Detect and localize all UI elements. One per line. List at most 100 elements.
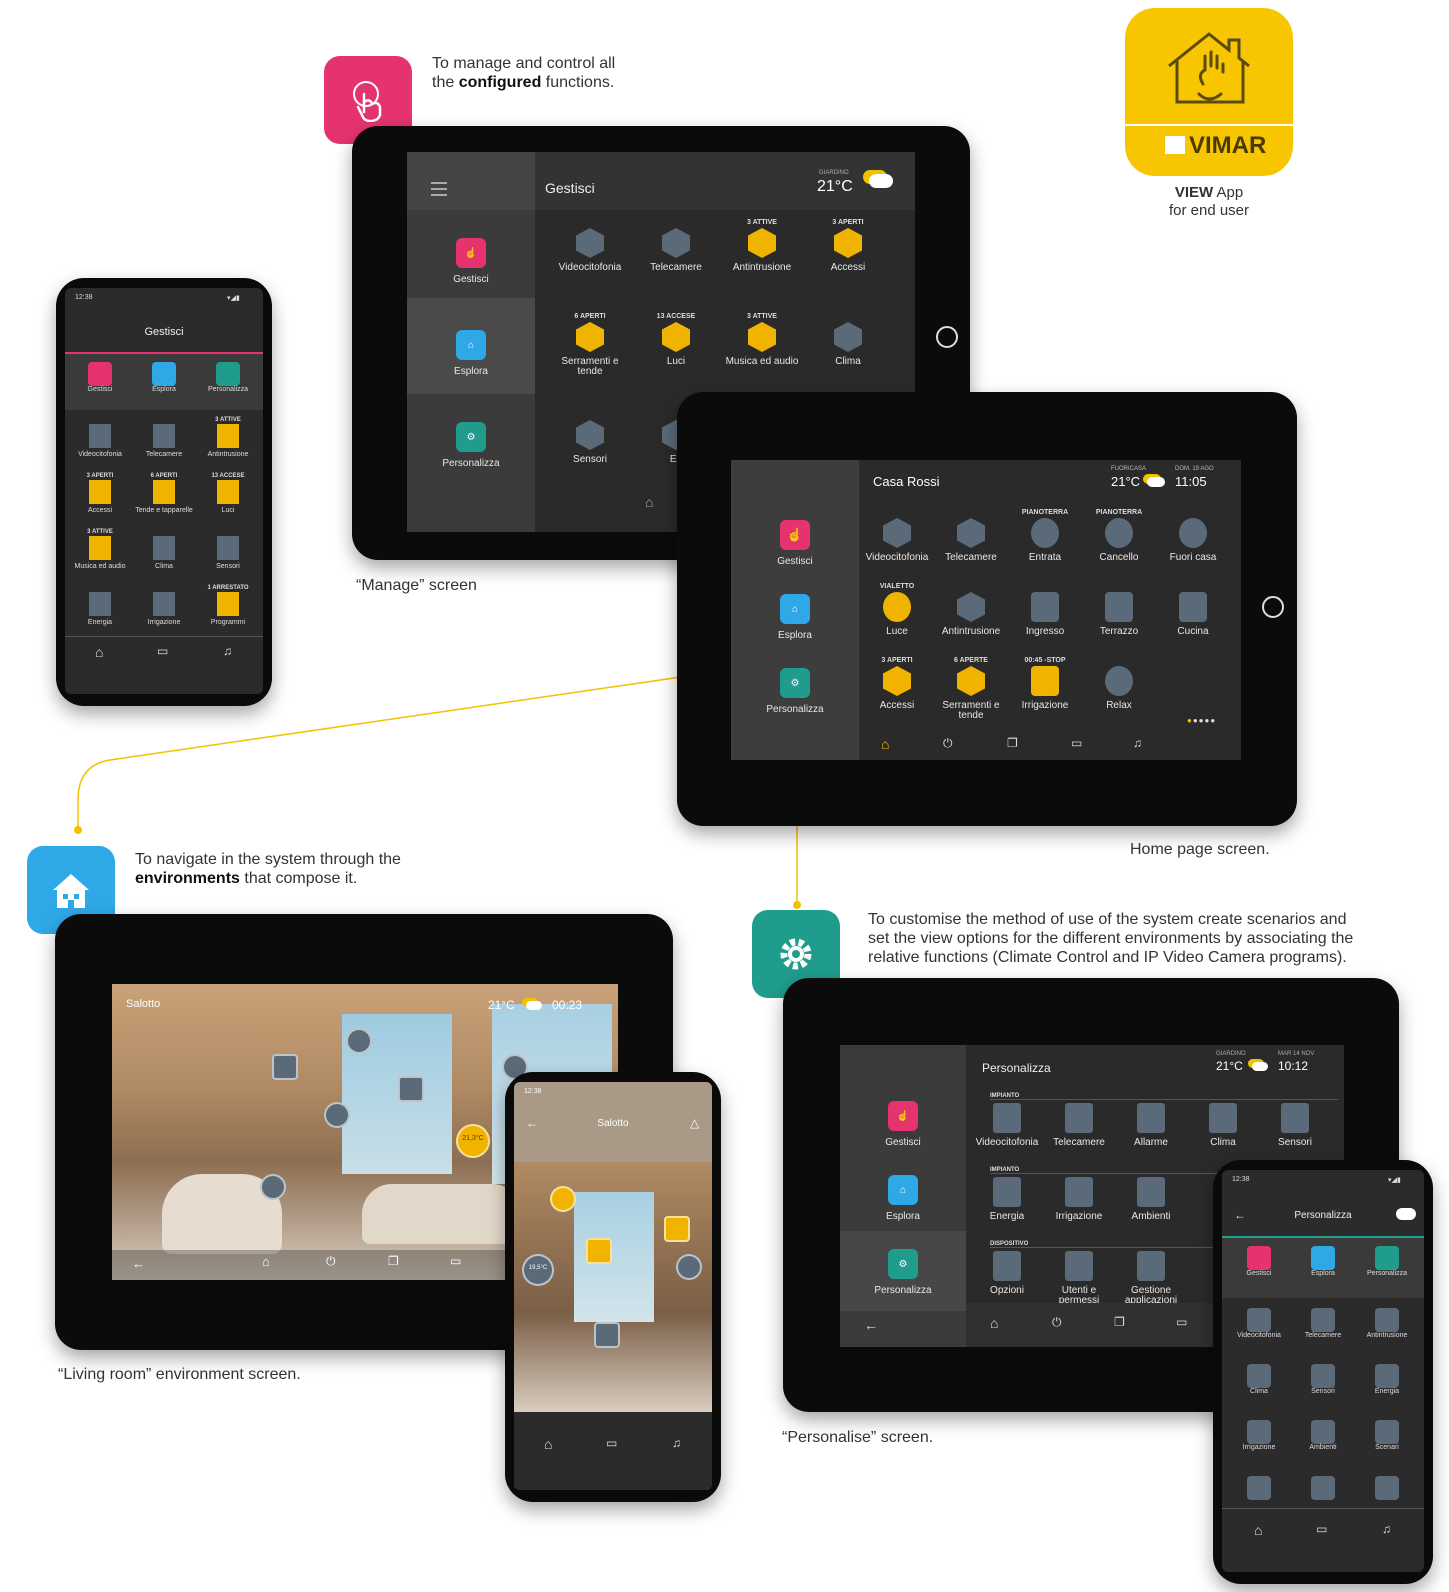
power-nav-icon[interactable]: ⏻ (943, 736, 953, 751)
back-icon[interactable]: ← (132, 1256, 145, 1271)
phone-tile[interactable]: Videocitofonia (69, 416, 131, 459)
tile-luce[interactable]: VIALETTO Luce (860, 582, 934, 637)
tile-cucina[interactable]: Cucina (1156, 582, 1230, 637)
home-nav-icon[interactable]: ⌂ (881, 736, 889, 752)
side-item-esplora[interactable]: ⌂ Esplora (407, 330, 535, 377)
chat-nav-icon[interactable]: ▭ (1176, 1315, 1187, 1329)
chat-nav-icon[interactable]: ▭ (1071, 736, 1082, 750)
device-pin[interactable] (398, 1076, 424, 1102)
bell-nav-icon[interactable]: ♫ (1382, 1522, 1391, 1536)
tile-telecamere[interactable]: Telecamere (1042, 1103, 1116, 1148)
side-item-gestisci[interactable]: ☝ Gestisci (407, 238, 535, 285)
phone-tab-esplora[interactable]: Esplora (133, 362, 195, 394)
home-nav-icon[interactable]: ⌂ (1254, 1522, 1262, 1538)
logout-icon[interactable] (1262, 596, 1284, 618)
phone-tile[interactable]: 6 APERTI Tende e tapparelle (133, 472, 195, 515)
phone-tile[interactable]: Ambienti (1292, 1420, 1354, 1452)
phone-tile[interactable]: Irrigazione (1228, 1420, 1290, 1452)
phone-tile[interactable]: 13 ACCESE Luci (197, 472, 259, 515)
tile-accessi[interactable]: 3 APERTI Accessi (811, 218, 885, 273)
bell-nav-icon[interactable]: ♫ (223, 644, 232, 658)
home-nav-icon[interactable]: ⌂ (262, 1254, 270, 1269)
tile-antintrusione[interactable]: Antintrusione (934, 582, 1008, 637)
phone-tile[interactable]: 3 ATTIVE Musica ed audio (69, 528, 131, 571)
power-nav-icon[interactable]: ⏻ (1052, 1315, 1062, 1330)
tile-antintrusione[interactable]: 3 ATTIVE Antintrusione (725, 218, 799, 273)
phone-tile[interactable]: Clima (1228, 1364, 1290, 1396)
tile-energia[interactable]: Energia (970, 1177, 1044, 1222)
phone-tile[interactable]: 1 ARRESTATO Programmi (197, 584, 259, 627)
chat-nav-icon[interactable]: ▭ (1316, 1522, 1327, 1536)
menu-icon[interactable] (431, 182, 447, 196)
tile-telecamere[interactable]: Telecamere (934, 508, 1008, 563)
phone-tab-gestisci[interactable]: Gestisci (69, 362, 131, 394)
phone-tile[interactable]: Telecamere (133, 416, 195, 459)
device-pin[interactable] (676, 1254, 702, 1280)
phone-tab-personalizza[interactable]: Personalizza (1356, 1246, 1418, 1278)
page-dots[interactable]: ●●●●● (1187, 716, 1216, 725)
home-nav-icon[interactable]: ⌂ (645, 494, 653, 510)
phone-tile[interactable]: Clima (133, 528, 195, 571)
phone-tile[interactable]: Sensori (197, 528, 259, 571)
phone-tile[interactable]: Telecamere (1292, 1308, 1354, 1340)
tile-videocitofonia[interactable]: Videocitofonia (970, 1103, 1044, 1148)
side-item-personalizza[interactable]: ⚙ Personalizza (407, 422, 535, 469)
device-pin[interactable] (272, 1054, 298, 1080)
tile-opzioni[interactable]: Opzioni (970, 1251, 1044, 1296)
tile-cancello[interactable]: PIANOTERRA Cancello (1082, 508, 1156, 563)
device-pin[interactable] (324, 1102, 350, 1128)
phone-tile[interactable]: Scenari (1356, 1420, 1418, 1452)
phone-tab-personalizza[interactable]: Personalizza (197, 362, 259, 394)
phone-tile[interactable]: Videocitofonia (1228, 1308, 1290, 1340)
logout-icon[interactable] (936, 326, 958, 348)
device-pin[interactable] (346, 1028, 372, 1054)
power-nav-icon[interactable]: ⏻ (326, 1254, 336, 1269)
home-nav-icon[interactable]: ⌂ (990, 1315, 998, 1331)
phone-tile[interactable]: Energia (69, 584, 131, 627)
tile-videocitofonia[interactable]: Videocitofonia (860, 508, 934, 563)
side-item-esplora[interactable]: ⌂ Esplora (840, 1175, 966, 1222)
tile-gestione-app[interactable]: Gestione applicazioni (1114, 1251, 1188, 1306)
tile-entrata[interactable]: PIANOTERRA Entrata (1008, 508, 1082, 563)
tile-ingresso[interactable]: Ingresso (1008, 582, 1082, 637)
phone-tab-esplora[interactable]: Esplora (1292, 1246, 1354, 1278)
phone-tile[interactable]: Energia (1356, 1364, 1418, 1396)
phone-tile[interactable]: Irrigazione (133, 584, 195, 627)
phone-tile[interactable] (1228, 1476, 1290, 1500)
tile-fuori-casa[interactable]: Fuori casa (1156, 508, 1230, 563)
side-item-personalizza[interactable]: ⚙ Personalizza (840, 1249, 966, 1296)
side-item-esplora[interactable]: ⌂ Esplora (731, 594, 859, 641)
tile-serramenti[interactable]: 6 APERTI Serramenti e tende (553, 312, 627, 377)
home-nav-icon[interactable]: ⌂ (95, 644, 103, 660)
tile-luci[interactable]: 13 ACCESE Luci (639, 312, 713, 367)
copy-nav-icon[interactable]: ❐ (1114, 1315, 1125, 1329)
home-nav-icon[interactable]: ⌂ (544, 1436, 552, 1452)
device-pin[interactable] (260, 1174, 286, 1200)
tile-sensori[interactable]: Sensori (1258, 1103, 1332, 1148)
tile-allarme[interactable]: Allarme (1114, 1103, 1188, 1148)
copy-nav-icon[interactable]: ❐ (388, 1254, 399, 1268)
phone-tile[interactable] (1356, 1476, 1418, 1500)
phone-tile[interactable]: 3 APERTI Accessi (69, 472, 131, 515)
phone-tile[interactable]: Antintrusione (1356, 1308, 1418, 1340)
side-item-personalizza[interactable]: ⚙ Personalizza (731, 668, 859, 715)
tile-relax[interactable]: Relax (1082, 656, 1156, 711)
side-item-gestisci[interactable]: ☝ Gestisci (731, 520, 859, 567)
tile-telecamere[interactable]: Telecamere (639, 218, 713, 273)
tile-accessi[interactable]: 3 APERTI Accessi (860, 656, 934, 711)
copy-nav-icon[interactable]: ❐ (1007, 736, 1018, 750)
phone-tile[interactable]: 3 ATTIVE Antintrusione (197, 416, 259, 459)
tile-musica[interactable]: 3 ATTIVE Musica ed audio (725, 312, 799, 367)
warning-icon[interactable]: △ (690, 1116, 699, 1130)
bell-nav-icon[interactable]: ♫ (1133, 736, 1142, 750)
device-pin[interactable] (550, 1186, 576, 1212)
tile-serramenti[interactable]: 6 APERTE Serramenti e tende (934, 656, 1008, 721)
device-pin[interactable] (586, 1238, 612, 1264)
chat-nav-icon[interactable]: ▭ (606, 1436, 617, 1450)
tile-irrigazione[interactable]: 00:45 -STOP Irrigazione (1008, 656, 1082, 711)
phone-tile[interactable] (1292, 1476, 1354, 1500)
device-pin[interactable] (594, 1322, 620, 1348)
tile-videocitofonia[interactable]: Videocitofonia (553, 218, 627, 273)
tile-clima[interactable]: Clima (811, 312, 885, 367)
phone-tab-gestisci[interactable]: Gestisci (1228, 1246, 1290, 1278)
